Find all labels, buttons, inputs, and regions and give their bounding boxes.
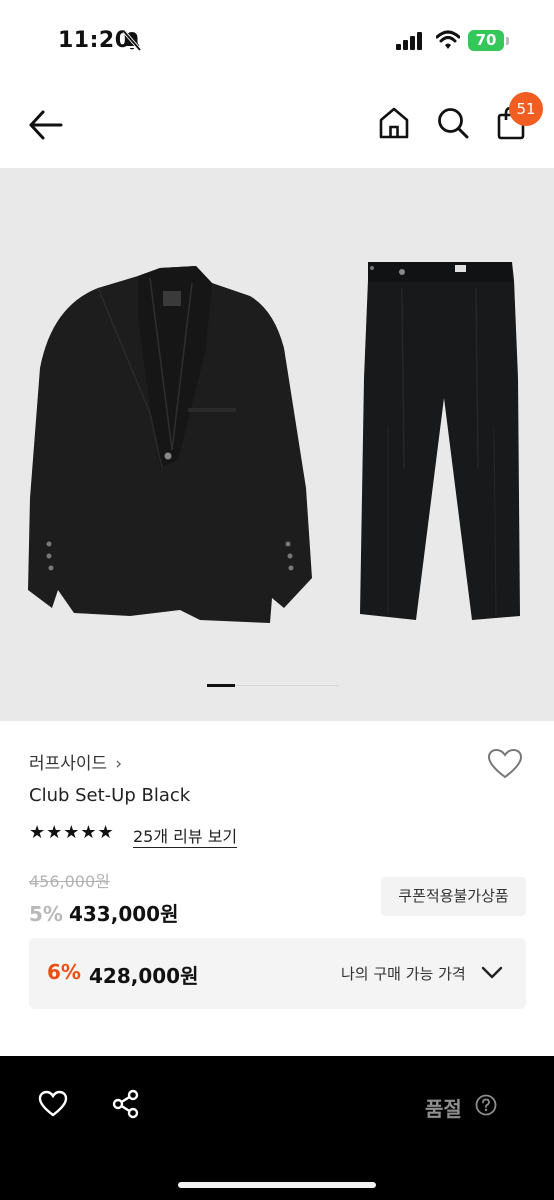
home-icon[interactable] [378, 106, 410, 140]
bell-muted-icon [122, 30, 142, 52]
help-circle-icon[interactable] [475, 1094, 497, 1116]
star-rating: ★★★★★ [29, 822, 115, 843]
sold-out-label: 품절 [425, 1097, 462, 1121]
share-icon[interactable] [111, 1089, 141, 1119]
search-icon[interactable] [436, 106, 470, 140]
back-arrow-icon[interactable] [28, 108, 64, 142]
cart-count-badge: 51 [509, 92, 543, 126]
my-price-label: 나의 구매 가능 가격 [341, 965, 466, 983]
signal-icon [396, 32, 422, 50]
my-price-dropdown[interactable]: 6% 428,000원 나의 구매 가능 가격 [29, 938, 526, 1009]
status-bar: 11:20 70 [0, 0, 554, 84]
battery-icon: 70 [468, 30, 504, 51]
heart-outline-icon[interactable] [38, 1090, 68, 1118]
brand-name: 러프사이드 [29, 754, 108, 774]
product-image [28, 262, 520, 623]
my-price: 428,000원 [89, 964, 199, 988]
trousers-image [360, 262, 520, 620]
sale-price-row: 5% 433,000원 [29, 898, 178, 927]
bottom-action-bar: 품절 [0, 1056, 554, 1200]
battery-level: 70 [475, 31, 497, 49]
status-time: 11:20 [58, 28, 131, 53]
chevron-down-icon [481, 966, 503, 979]
gallery-indicator-track [235, 685, 339, 686]
product-title: Club Set-Up Black [29, 785, 191, 806]
review-link[interactable]: 25개 리뷰 보기 [133, 823, 238, 848]
coupon-unavailable-badge: 쿠폰적용불가상품 [381, 877, 526, 916]
brand-link[interactable]: 러프사이드 › [29, 749, 122, 774]
wifi-icon [436, 30, 460, 49]
jacket-image [28, 266, 312, 623]
my-discount-rate: 6% [47, 960, 81, 984]
gallery-indicator-active [207, 684, 235, 687]
original-price: 456,000원 [29, 872, 110, 891]
wishlist-heart-icon[interactable] [487, 748, 523, 780]
product-image-gallery[interactable] [0, 168, 554, 721]
top-nav-bar: 51 [0, 84, 554, 168]
home-indicator [178, 1182, 376, 1188]
battery-tip [506, 37, 509, 45]
sale-discount-rate: 5% [29, 902, 63, 926]
chevron-right-icon: › [115, 754, 123, 774]
sale-price: 433,000원 [68, 902, 179, 926]
